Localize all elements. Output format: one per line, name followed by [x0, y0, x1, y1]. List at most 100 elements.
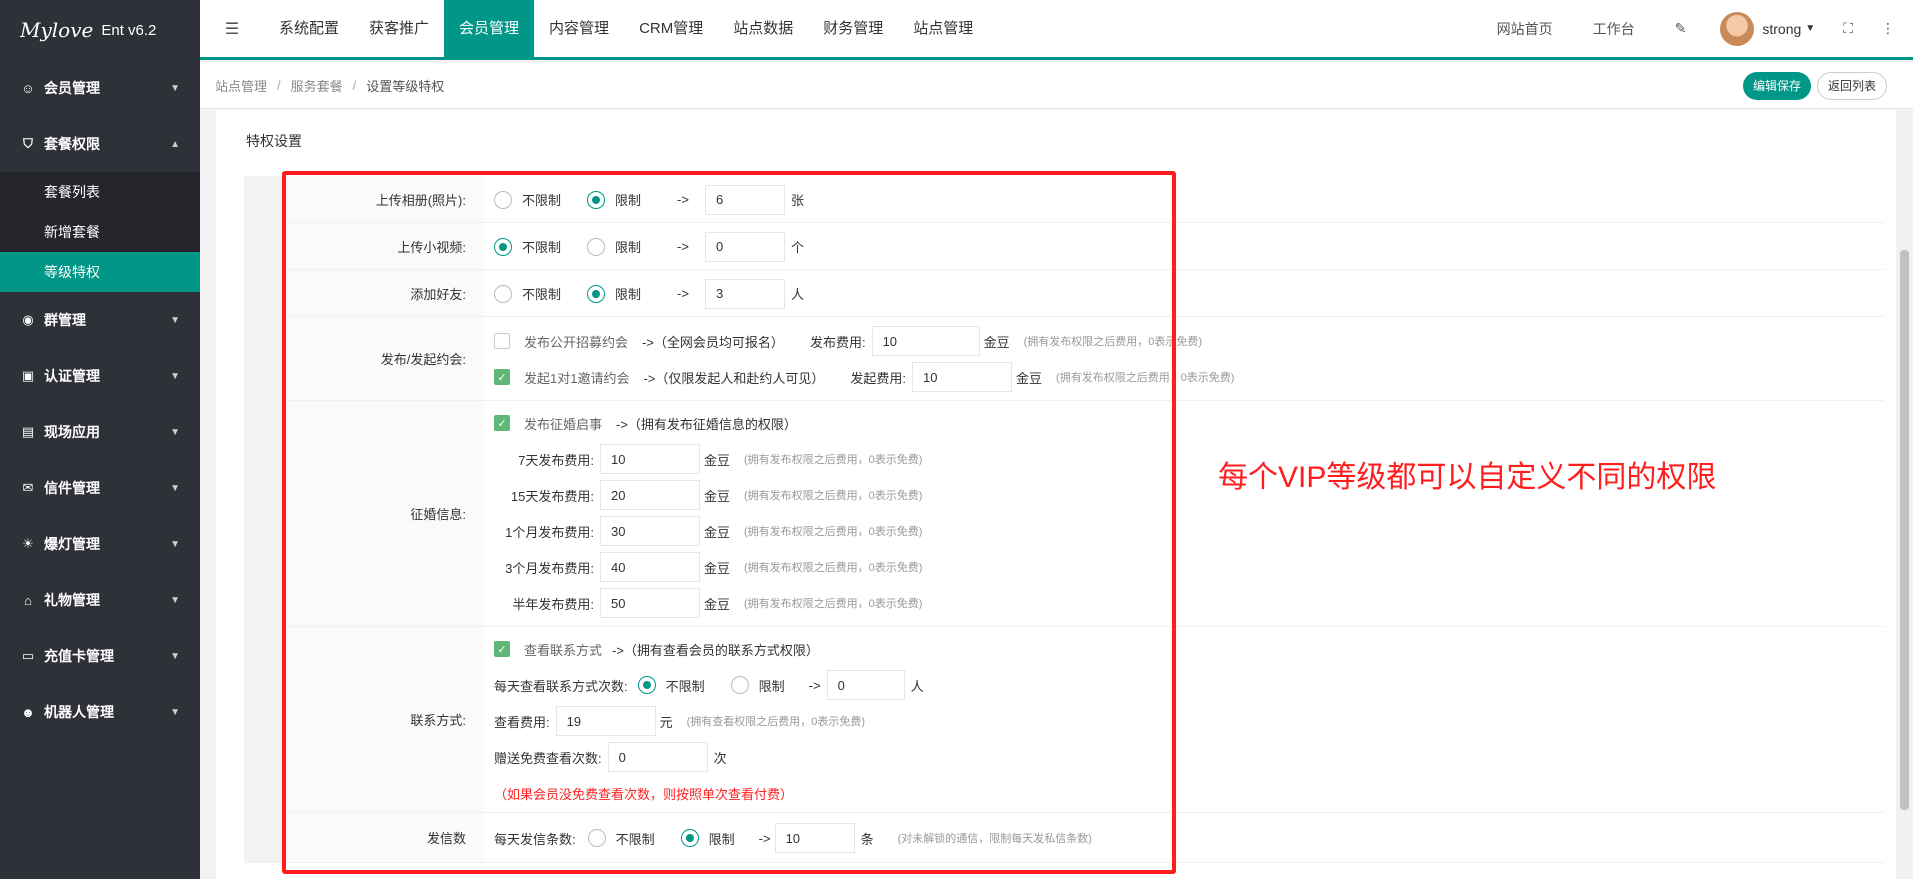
- radio-unlimited[interactable]: [587, 829, 606, 847]
- nav-item-member[interactable]: 会员管理: [444, 0, 535, 59]
- unit-label: 金豆: [704, 488, 731, 504]
- fee-15d-input[interactable]: 20: [600, 480, 700, 510]
- sidebar-item-package[interactable]: ⛉ 套餐权限 ▲: [0, 116, 200, 172]
- more-icon[interactable]: ⋮: [1867, 20, 1913, 37]
- fee-label: 3个月发布费用:: [505, 560, 594, 576]
- scrollbar-thumb[interactable]: [1900, 250, 1909, 810]
- album-limit-input[interactable]: 6: [704, 184, 785, 215]
- radio-unlimited[interactable]: [637, 676, 656, 694]
- sidebar-item-auth[interactable]: ▣ 认证管理 ▼: [0, 348, 200, 404]
- video-limit-input[interactable]: 0: [704, 231, 785, 262]
- radio-limited[interactable]: [587, 190, 606, 209]
- workbench-link[interactable]: 工作台: [1573, 19, 1655, 39]
- sidebar-item-member[interactable]: ☺ 会员管理 ▼: [0, 60, 200, 116]
- contact-checkbox[interactable]: ✓: [494, 641, 510, 657]
- brush-icon[interactable]: ✎: [1655, 20, 1707, 37]
- desc-text: ->（仅限发起人和赴约人可见）: [643, 370, 825, 386]
- scrollbar[interactable]: [1896, 110, 1913, 879]
- contact-daily-input[interactable]: 0: [826, 670, 905, 700]
- user-menu[interactable]: strong ▼: [1706, 11, 1829, 46]
- user-icon: ☺: [21, 80, 35, 96]
- form-label: 联系方式:: [244, 627, 484, 812]
- breadcrumb-separator: /: [277, 78, 281, 93]
- public-dating-checkbox[interactable]: [494, 333, 510, 349]
- annotation-text: 每个VIP等级都可以自定义不同的权限: [1218, 461, 1717, 494]
- sidebar-subitem-add[interactable]: 新增套餐: [0, 212, 200, 252]
- unit-label: 金豆: [704, 524, 731, 540]
- sidebar-item-scene[interactable]: ▤ 现场应用 ▼: [0, 404, 200, 460]
- fee-1m-input[interactable]: 30: [600, 516, 700, 546]
- sidebar-item-robot[interactable]: ☻ 机器人管理 ▼: [0, 684, 200, 740]
- nav-item-system[interactable]: 系统配置: [264, 0, 354, 59]
- form-value: ✓ 查看联系方式 ->（拥有查看会员的联系方式权限） 每天查看联系方式次数: 不…: [484, 627, 1884, 812]
- hint-text: (对未解锁的通信，限制每天发私信条数): [897, 833, 1092, 845]
- nav-item-crm[interactable]: CRM管理: [624, 0, 718, 59]
- radio-label: 不限制: [615, 831, 655, 847]
- unit-label: 金豆: [704, 452, 731, 468]
- sidebar-item-mail[interactable]: ✉ 信件管理 ▼: [0, 460, 200, 516]
- gift-icon: ⌂: [24, 592, 32, 608]
- radio-label: 不限制: [665, 678, 705, 694]
- form-label: 发信数: [244, 813, 484, 862]
- invite-dating-checkbox[interactable]: ✓: [494, 369, 510, 385]
- fee-3m-input[interactable]: 40: [600, 552, 700, 582]
- mail-icon: ✉: [22, 480, 34, 495]
- fee-label: 半年发布费用:: [512, 596, 594, 612]
- radio-unlimited[interactable]: [494, 237, 512, 256]
- sidebar-item-card[interactable]: ▭ 充值卡管理 ▼: [0, 628, 200, 684]
- contact-note: （如果会员没免费查看次数，则按照单次查看付费）: [494, 786, 794, 802]
- site-home-link[interactable]: 网站首页: [1477, 19, 1573, 39]
- sidebar-item-light[interactable]: ☀ 爆灯管理 ▼: [0, 516, 200, 572]
- back-button[interactable]: 返回列表: [1816, 71, 1887, 100]
- nav-item-content[interactable]: 内容管理: [534, 0, 624, 59]
- nav-item-site[interactable]: 站点管理: [898, 0, 988, 59]
- fullscreen-icon[interactable]: ⛶: [1829, 20, 1867, 37]
- letters-limit-input[interactable]: 10: [774, 823, 855, 853]
- radio-limited[interactable]: [680, 829, 699, 847]
- fee-6m-input[interactable]: 50: [600, 588, 700, 618]
- sidebar-item-gift[interactable]: ⌂ 礼物管理 ▼: [0, 572, 200, 628]
- save-button[interactable]: 编辑保存: [1742, 71, 1811, 100]
- unit-label: 人: [790, 287, 804, 302]
- public-dating-fee-input[interactable]: 10: [871, 326, 980, 356]
- form-row-dating: 发布/发起约会: 发布公开招募约会 ->（全网会员均可报名） 发布费用: 10 …: [244, 317, 1884, 401]
- nav-item-finance[interactable]: 财务管理: [808, 0, 898, 59]
- radio-limited[interactable]: [587, 237, 606, 256]
- form-value: 不限制 限制 -> 0 个: [484, 223, 1884, 269]
- sidebar-item-label: 充值卡管理: [44, 648, 114, 664]
- caret-up-icon: ▲: [170, 138, 180, 150]
- hint-text: (拥有发布权限之后费用，0表示免费): [1023, 336, 1203, 348]
- arrow-text: ->: [677, 192, 689, 207]
- sidebar-item-group[interactable]: ◉ 群管理 ▼: [0, 292, 200, 348]
- radio-limited[interactable]: [730, 676, 749, 694]
- radio-unlimited[interactable]: [494, 284, 512, 303]
- nav-item-promotion[interactable]: 获客推广: [354, 0, 444, 59]
- sidebar-item-label: 认证管理: [44, 368, 100, 384]
- radio-limited[interactable]: [587, 284, 606, 303]
- contact-free-input[interactable]: 0: [607, 742, 708, 772]
- fee-7d-input[interactable]: 10: [600, 444, 700, 474]
- sidebar-item-label: 爆灯管理: [44, 536, 100, 552]
- hint-text: (拥有发布权限之后费用，0表示免费): [744, 526, 923, 538]
- fee-label: 查看费用:: [494, 714, 550, 730]
- nav-item-data[interactable]: 站点数据: [718, 0, 808, 59]
- sidebar-subitem-privilege[interactable]: 等级特权: [0, 252, 200, 292]
- robot-icon: ☻: [21, 704, 35, 720]
- invite-dating-fee-input[interactable]: 10: [912, 362, 1013, 392]
- form-row-letters: 发信数 每天发信条数: 不限制 限制 -> 10 条 (对未解锁的通信，限制每天…: [244, 813, 1884, 863]
- radio-label: 限制: [615, 193, 642, 208]
- sidebar-subitem-list[interactable]: 套餐列表: [0, 172, 200, 212]
- friend-limit-input[interactable]: 3: [704, 278, 785, 309]
- checkbox-label: 发布征婚启事: [524, 416, 603, 432]
- breadcrumb-item[interactable]: 服务套餐: [291, 76, 343, 95]
- logo[interactable]: Mylove Ent v6.2: [0, 0, 200, 60]
- top-bar: ☰ 系统配置 获客推广 会员管理 内容管理 CRM管理 站点数据 财务管理 站点…: [200, 0, 1913, 60]
- breadcrumb-item[interactable]: 站点管理: [215, 76, 267, 95]
- arrow-text: ->: [808, 677, 821, 693]
- contact-fee-input[interactable]: 19: [555, 706, 656, 736]
- shield-icon: ⛉: [23, 136, 33, 151]
- menu-toggle-icon[interactable]: ☰: [200, 19, 264, 39]
- marriage-checkbox[interactable]: ✓: [494, 415, 510, 431]
- radio-unlimited[interactable]: [494, 190, 512, 209]
- hint-text: (拥有发布权限之后费用，0表示免费): [744, 598, 923, 610]
